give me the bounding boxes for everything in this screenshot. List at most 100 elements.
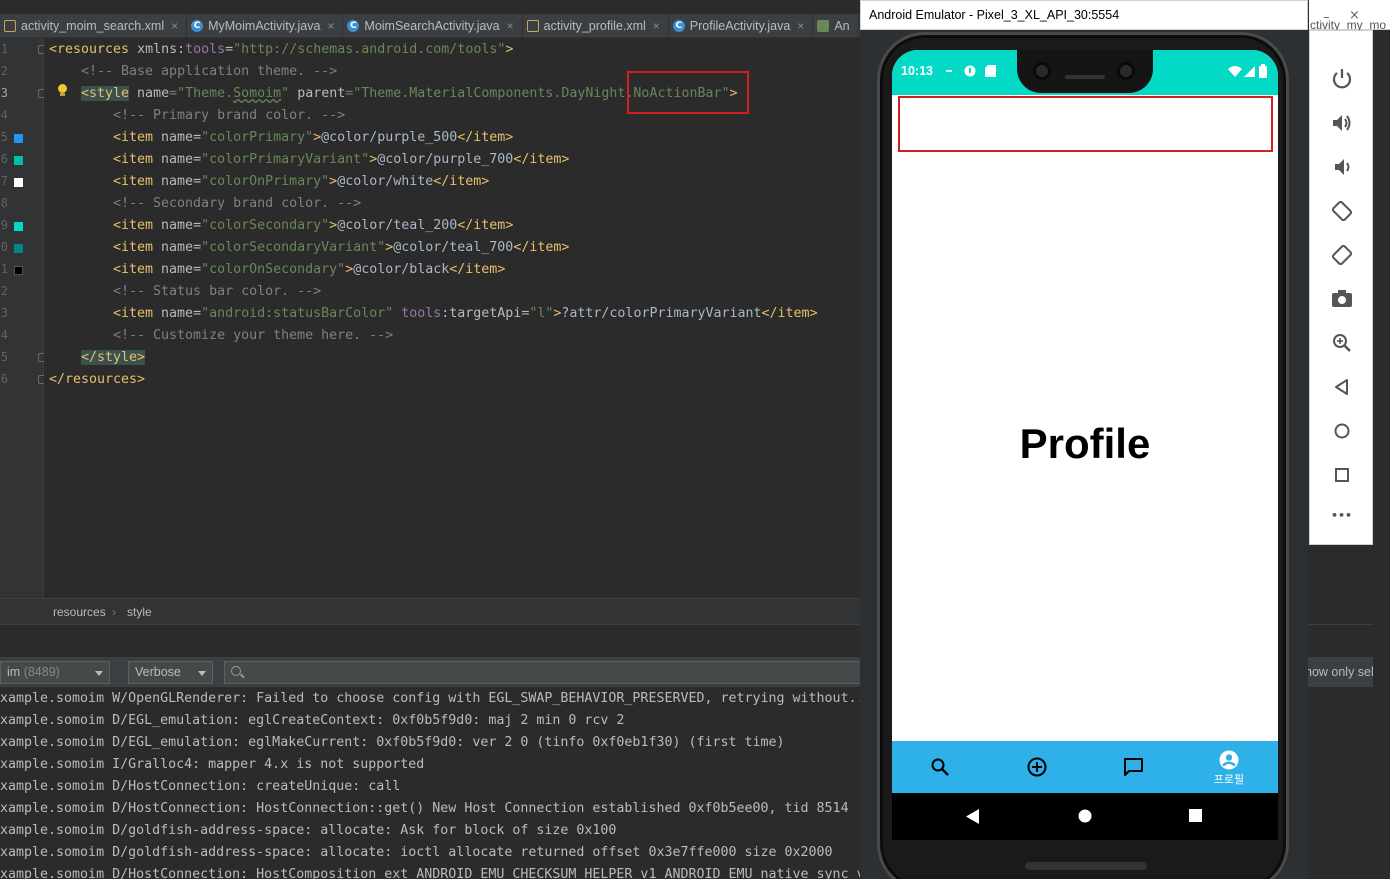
process-select[interactable]: im (8489)	[0, 661, 110, 684]
code-line-13: <item name="android:statusBarColor" tool…	[113, 306, 818, 321]
code-line-7: <item name="colorOnPrimary">@color/white…	[113, 174, 490, 189]
tab-label: activity_profile.xml	[543, 19, 646, 33]
java-class-icon: C	[672, 20, 685, 32]
code-line-2: <!-- Base application theme. -->	[81, 64, 338, 79]
highlight-annotation-box	[898, 96, 1273, 152]
close-tab-icon[interactable]: ×	[797, 19, 804, 33]
code-line-16: </resources>	[49, 372, 146, 387]
breadcrumb-separator: ›	[112, 605, 116, 619]
more-options-icon[interactable]: •••	[1331, 509, 1352, 522]
code-line-8: <!-- Secondary brand color. -->	[113, 196, 362, 211]
tab-label: ProfileActivity.java	[689, 19, 791, 33]
line-number: 9	[0, 218, 8, 232]
line-number: 0	[0, 240, 8, 254]
code-line-14: <!-- Customize your theme here. -->	[113, 328, 394, 343]
chevron-down-icon	[198, 671, 206, 676]
line-number: 6	[0, 372, 8, 386]
tab-activity-moim-search-xml[interactable]: activity_moim_search.xml ×	[0, 14, 188, 37]
tab-activity-profile-xml[interactable]: activity_profile.xml ×	[523, 14, 669, 37]
code-editor[interactable]: <resources xmlns:tools="http://schemas.a…	[44, 38, 860, 598]
volume-up-icon[interactable]	[1329, 110, 1355, 136]
notification-dot-icon	[946, 70, 952, 72]
back-icon[interactable]	[1329, 374, 1355, 400]
color-swatch-black[interactable]	[14, 266, 23, 275]
overview-icon[interactable]	[1329, 462, 1355, 488]
color-swatch-teal-200[interactable]	[14, 222, 23, 231]
highlight-annotation-box	[627, 71, 749, 114]
emulator-title-bar[interactable]: Android Emulator - Pixel_3_XL_API_30:555…	[860, 0, 1308, 30]
close-tab-icon[interactable]: ×	[653, 19, 660, 33]
rotate-right-icon[interactable]	[1329, 242, 1355, 268]
chat-bubble-icon	[1124, 758, 1143, 776]
power-icon[interactable]	[1329, 66, 1355, 92]
rotate-left-icon[interactable]	[1329, 198, 1355, 224]
chevron-down-icon	[95, 671, 103, 676]
log-line: xample.somoim D/HostConnection: createUn…	[0, 779, 401, 794]
code-line-15: </style>	[81, 350, 146, 365]
back-icon[interactable]	[966, 809, 980, 824]
tab-profile-activity-java[interactable]: C ProfileActivity.java ×	[669, 14, 814, 37]
line-number: 1	[0, 262, 8, 276]
close-tab-icon[interactable]: ×	[171, 19, 178, 33]
log-line: xample.somoim D/EGL_emulation: eglMakeCu…	[0, 735, 785, 750]
wifi-icon	[1228, 66, 1242, 77]
line-number: 1	[0, 42, 8, 56]
emulator-side-toolbar: •••	[1309, 30, 1373, 545]
camera-notch	[1017, 50, 1153, 93]
manifest-file-icon	[817, 20, 830, 32]
lightbulb-intention-icon[interactable]	[57, 84, 68, 97]
tab-mymoim-activity-java[interactable]: C MyMoimActivity.java ×	[187, 14, 344, 37]
add-circle-icon	[1027, 757, 1047, 777]
app-notification-icon	[964, 65, 976, 77]
tab-label: An	[834, 19, 850, 33]
recents-icon[interactable]	[1189, 809, 1202, 822]
nav-chat[interactable]	[1103, 741, 1163, 793]
background-ide-strip	[1373, 30, 1390, 879]
code-line-1: <resources xmlns:tools="http://schemas.a…	[49, 42, 514, 57]
breadcrumb-item-resources[interactable]: resources	[53, 605, 106, 619]
tab-label: MoimSearchActivity.java	[364, 19, 500, 33]
device-screen[interactable]: 10:13 Profile 프로필	[892, 50, 1278, 840]
tab-moimsearch-activity-java[interactable]: C MoimSearchActivity.java ×	[343, 14, 523, 37]
breadcrumb: resources › style	[0, 598, 860, 624]
code-line-10: <item name="colorSecondaryVariant">@colo…	[113, 240, 570, 255]
home-icon[interactable]	[1078, 809, 1092, 823]
color-swatch-purple-700[interactable]	[14, 156, 23, 165]
close-tab-icon[interactable]: ×	[507, 19, 514, 33]
nav-profile[interactable]: 프로필	[1199, 741, 1259, 793]
code-line-5: <item name="colorPrimary">@color/purple_…	[113, 130, 514, 145]
log-level-select[interactable]: Verbose	[128, 661, 213, 684]
camera-icon[interactable]	[1329, 286, 1355, 312]
close-tab-icon[interactable]: ×	[327, 19, 334, 33]
search-icon	[931, 758, 949, 776]
color-swatch-white[interactable]	[14, 178, 23, 187]
code-line-11: <item name="colorOnSecondary">@color/bla…	[113, 262, 506, 277]
color-swatch-teal-700[interactable]	[14, 244, 23, 253]
nav-add[interactable]	[1007, 741, 1067, 793]
line-number: 2	[0, 284, 8, 298]
zoom-icon[interactable]	[1329, 330, 1355, 356]
home-icon[interactable]	[1329, 418, 1355, 444]
tab-label: activity_moim_search.xml	[21, 19, 165, 33]
line-number: 5	[0, 130, 8, 144]
editor-gutter: 1 2 3 4 5 6 7 8 9 0 1 2 3 4 5 6	[0, 38, 47, 598]
line-number: 3	[0, 86, 8, 100]
battery-icon	[1259, 64, 1267, 78]
line-number: 5	[0, 350, 8, 364]
volume-down-icon[interactable]	[1329, 154, 1355, 180]
log-line: xample.somoim I/Gralloc4: mapper 4.x is …	[0, 757, 425, 772]
page-title: Profile	[1019, 420, 1151, 467]
system-navigation-bar	[892, 793, 1278, 840]
nav-search[interactable]	[910, 741, 970, 793]
account-circle-icon	[1219, 750, 1239, 770]
breadcrumb-item-style[interactable]: style	[127, 605, 152, 619]
status-time: 10:13	[901, 64, 933, 78]
front-camera-icon	[1117, 62, 1135, 80]
logcat-search-input[interactable]	[224, 661, 864, 684]
color-swatch-purple-500[interactable]	[14, 134, 23, 143]
tab-android-manifest[interactable]: An	[813, 14, 859, 37]
log-line: xample.somoim D/goldfish-address-space: …	[0, 845, 833, 860]
java-class-icon: C	[347, 20, 360, 32]
log-line: xample.somoim D/HostConnection: HostComp…	[0, 867, 865, 879]
line-number: 7	[0, 174, 8, 188]
